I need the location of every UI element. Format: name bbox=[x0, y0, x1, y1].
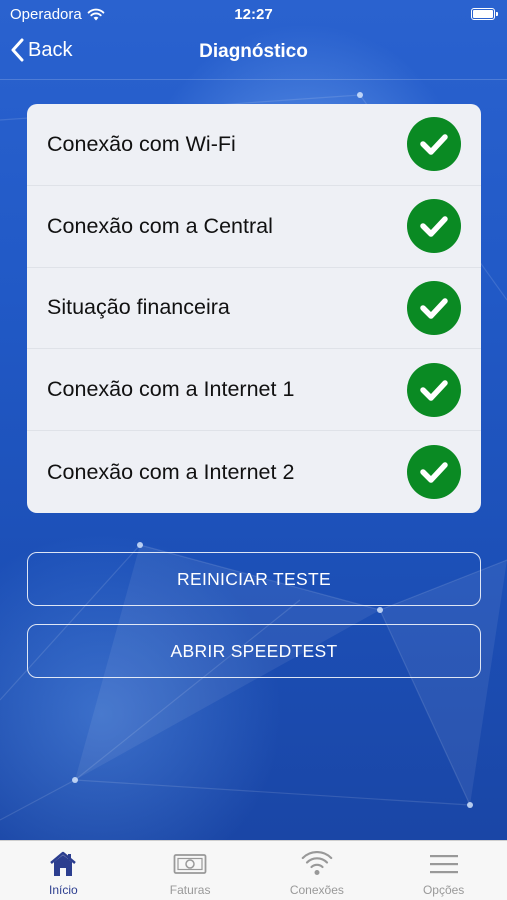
list-item: Conexão com a Internet 1 bbox=[27, 349, 481, 432]
tab-faturas[interactable]: Faturas bbox=[127, 841, 254, 900]
status-bar: Operadora 12:27 bbox=[0, 0, 507, 30]
list-item: Conexão com a Central bbox=[27, 186, 481, 268]
tab-inicio[interactable]: Início bbox=[0, 841, 127, 900]
clock: 12:27 bbox=[234, 6, 273, 23]
invoice-icon bbox=[173, 849, 207, 879]
battery-icon bbox=[471, 8, 498, 20]
check-label: Conexão com Wi-Fi bbox=[47, 131, 236, 156]
check-label: Conexão com a Internet 2 bbox=[47, 459, 295, 484]
page-title: Diagnóstico bbox=[199, 41, 308, 62]
list-item: Conexão com a Internet 2 bbox=[27, 431, 481, 513]
list-item: Situação financeira bbox=[27, 268, 481, 350]
home-icon bbox=[49, 849, 77, 879]
check-circle-icon bbox=[407, 280, 461, 335]
navigation-bar: Back Diagnóstico bbox=[0, 30, 507, 80]
check-label: Situação financeira bbox=[47, 295, 230, 320]
tab-bar: Início Faturas Conexões Opções bbox=[0, 840, 507, 900]
diagnostic-list: Conexão com Wi-Fi Conexão com a Central … bbox=[27, 104, 481, 513]
wifi-icon bbox=[301, 849, 333, 879]
tab-conexoes[interactable]: Conexões bbox=[254, 841, 381, 900]
tab-opcoes[interactable]: Opções bbox=[380, 841, 507, 900]
check-circle-icon bbox=[407, 445, 461, 500]
tab-label: Opções bbox=[422, 883, 465, 897]
check-circle-icon bbox=[407, 117, 461, 172]
check-circle-icon bbox=[407, 199, 461, 254]
tab-label: Conexões bbox=[289, 883, 344, 897]
restart-test-button[interactable]: REINICIAR TESTE bbox=[27, 552, 481, 606]
check-circle-icon bbox=[407, 362, 461, 417]
tab-label: Início bbox=[49, 883, 78, 897]
menu-icon bbox=[429, 849, 459, 879]
check-label: Conexão com a Central bbox=[47, 213, 273, 238]
list-item: Conexão com Wi-Fi bbox=[27, 104, 481, 186]
open-speedtest-button[interactable]: ABRIR SPEEDTEST bbox=[27, 624, 481, 678]
check-label: Conexão com a Internet 1 bbox=[47, 377, 295, 402]
tab-label: Faturas bbox=[169, 883, 211, 897]
